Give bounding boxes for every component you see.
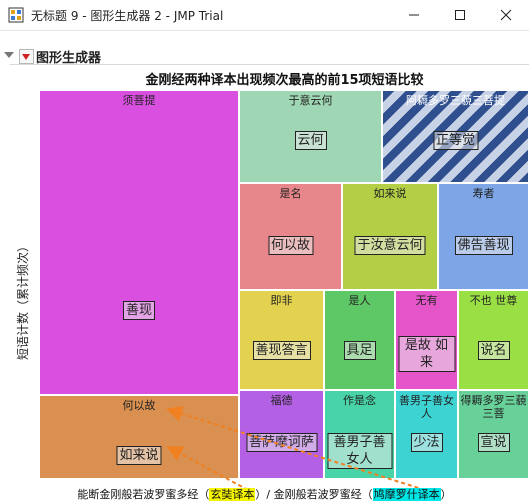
tile-phrase-label: 善男子善女人 — [327, 433, 392, 469]
tile-phrase-label: 菩萨摩诃萨 — [245, 433, 318, 452]
legend-suffix: ） — [440, 488, 452, 501]
disclosure-collapse-icon[interactable] — [4, 52, 14, 58]
treemap-tile[interactable]: 是名 何以故 — [239, 183, 342, 290]
treemap-tile[interactable]: 无有 是故 如来 — [395, 290, 458, 390]
legend-xuanzang: 玄奘译本 — [209, 488, 256, 501]
close-icon — [500, 9, 512, 21]
maximize-icon — [455, 10, 465, 20]
chart-legend: 能断金刚般若波罗蜜多经（玄奘译本）/ 金刚般若波罗蜜经（鸠摩罗什译本） — [0, 486, 529, 502]
tile-category-label: 于意云何 — [288, 94, 333, 107]
tile-category-label: 即非 — [270, 294, 293, 307]
legend-prefix: 能断金刚般若波罗蜜多经（ — [77, 488, 210, 501]
minimize-icon — [409, 14, 419, 16]
tile-phrase-label: 正等觉 — [432, 131, 479, 150]
window-title: 无标题 9 - 图形生成器 2 - JMP Trial — [31, 9, 224, 23]
tile-phrase-label: 具足 — [343, 341, 376, 360]
maximize-button[interactable] — [437, 0, 483, 30]
tile-phrase-label: 善现答言 — [252, 341, 311, 360]
treemap-tile[interactable]: 得耨多罗三藐三菩宣说 — [458, 390, 529, 479]
treemap-tile[interactable]: 福德 菩萨摩诃萨 — [239, 390, 324, 479]
window-titlebar: 无标题 9 - 图形生成器 2 - JMP Trial — [0, 0, 529, 31]
tile-category-label: 寿者 — [472, 187, 495, 200]
tile-phrase-label: 云何 — [294, 131, 327, 150]
legend-kumarajiva: 鸠摩罗什译本 — [372, 488, 441, 501]
treemap-tile[interactable]: 寿者 佛告善现 — [438, 183, 529, 290]
tile-phrase-label: 善现 — [122, 301, 156, 320]
y-axis-label: 短语计数（累计频次） — [16, 239, 30, 360]
minimize-button[interactable] — [391, 0, 437, 30]
tile-category-label: 是名 — [279, 187, 302, 200]
tile-category-label: 何以故 — [122, 399, 156, 412]
tile-phrase-label: 少法 — [410, 433, 443, 452]
treemap-tile[interactable]: 于意云何 云何 — [239, 90, 382, 183]
tile-category-label: 不也 世尊 — [469, 294, 518, 307]
treemap-tile[interactable]: 即非 善现答言 — [239, 290, 324, 390]
legend-middle: ）/ 金刚般若波罗蜜经（ — [255, 488, 373, 501]
treemap-tile[interactable]: 阿耨多罗三藐三菩提正等觉 — [382, 90, 529, 183]
red-triangle-icon — [22, 54, 30, 60]
close-button[interactable] — [483, 0, 529, 30]
tile-category-label: 福德 — [270, 394, 293, 407]
chart-title: 金刚经两种译本出现频次最高的前15项短语比较 — [145, 73, 424, 88]
tile-phrase-label: 说名 — [477, 341, 510, 360]
tile-category-label: 作是念 — [343, 394, 376, 407]
tile-category-label: 善男子善女人 — [399, 394, 454, 420]
tile-category-label: 如来说 — [373, 187, 407, 200]
tile-category-label: 须菩提 — [122, 94, 156, 107]
tile-phrase-label: 如来说 — [116, 446, 162, 465]
treemap-tile[interactable]: 何以故 如来说 — [39, 395, 239, 479]
tile-phrase-label: 宣说 — [477, 433, 510, 452]
tile-category-label: 无有 — [415, 294, 438, 307]
tile-phrase-label: 何以故 — [267, 236, 314, 255]
tile-category-label: 是人 — [348, 294, 371, 307]
tile-phrase-label: 于汝意云何 — [354, 236, 426, 255]
red-triangle-menu-button[interactable] — [19, 49, 34, 64]
treemap-tile[interactable]: 须菩提 善现 — [39, 90, 239, 395]
section-divider — [10, 64, 529, 65]
treemap-tile[interactable]: 如来说 于汝意云何 — [342, 183, 438, 290]
jmp-app-icon — [8, 7, 24, 23]
treemap-plot[interactable]: 须菩提 善现 何以故 如来说 于意云何 云何 阿耨多罗三藐三菩提 正等觉 是名 何以故 如来说 于汝意… — [39, 90, 529, 479]
treemap-tile[interactable]: 作是念 善男子善女人 — [324, 390, 395, 479]
treemap-tile[interactable]: 善男子善女人 少法 — [395, 390, 458, 479]
tile-category-label: 阿耨多罗三藐三菩提 — [406, 94, 505, 107]
tile-phrase-label: 是故 如来 — [398, 336, 455, 372]
treemap-tile[interactable]: 不也 世尊 说名 — [458, 290, 529, 390]
treemap-tile[interactable]: 是人 具足 — [324, 290, 395, 390]
tile-phrase-label: 佛告善现 — [454, 236, 513, 255]
tile-category-label: 得耨多罗三藐三菩 — [460, 394, 527, 420]
